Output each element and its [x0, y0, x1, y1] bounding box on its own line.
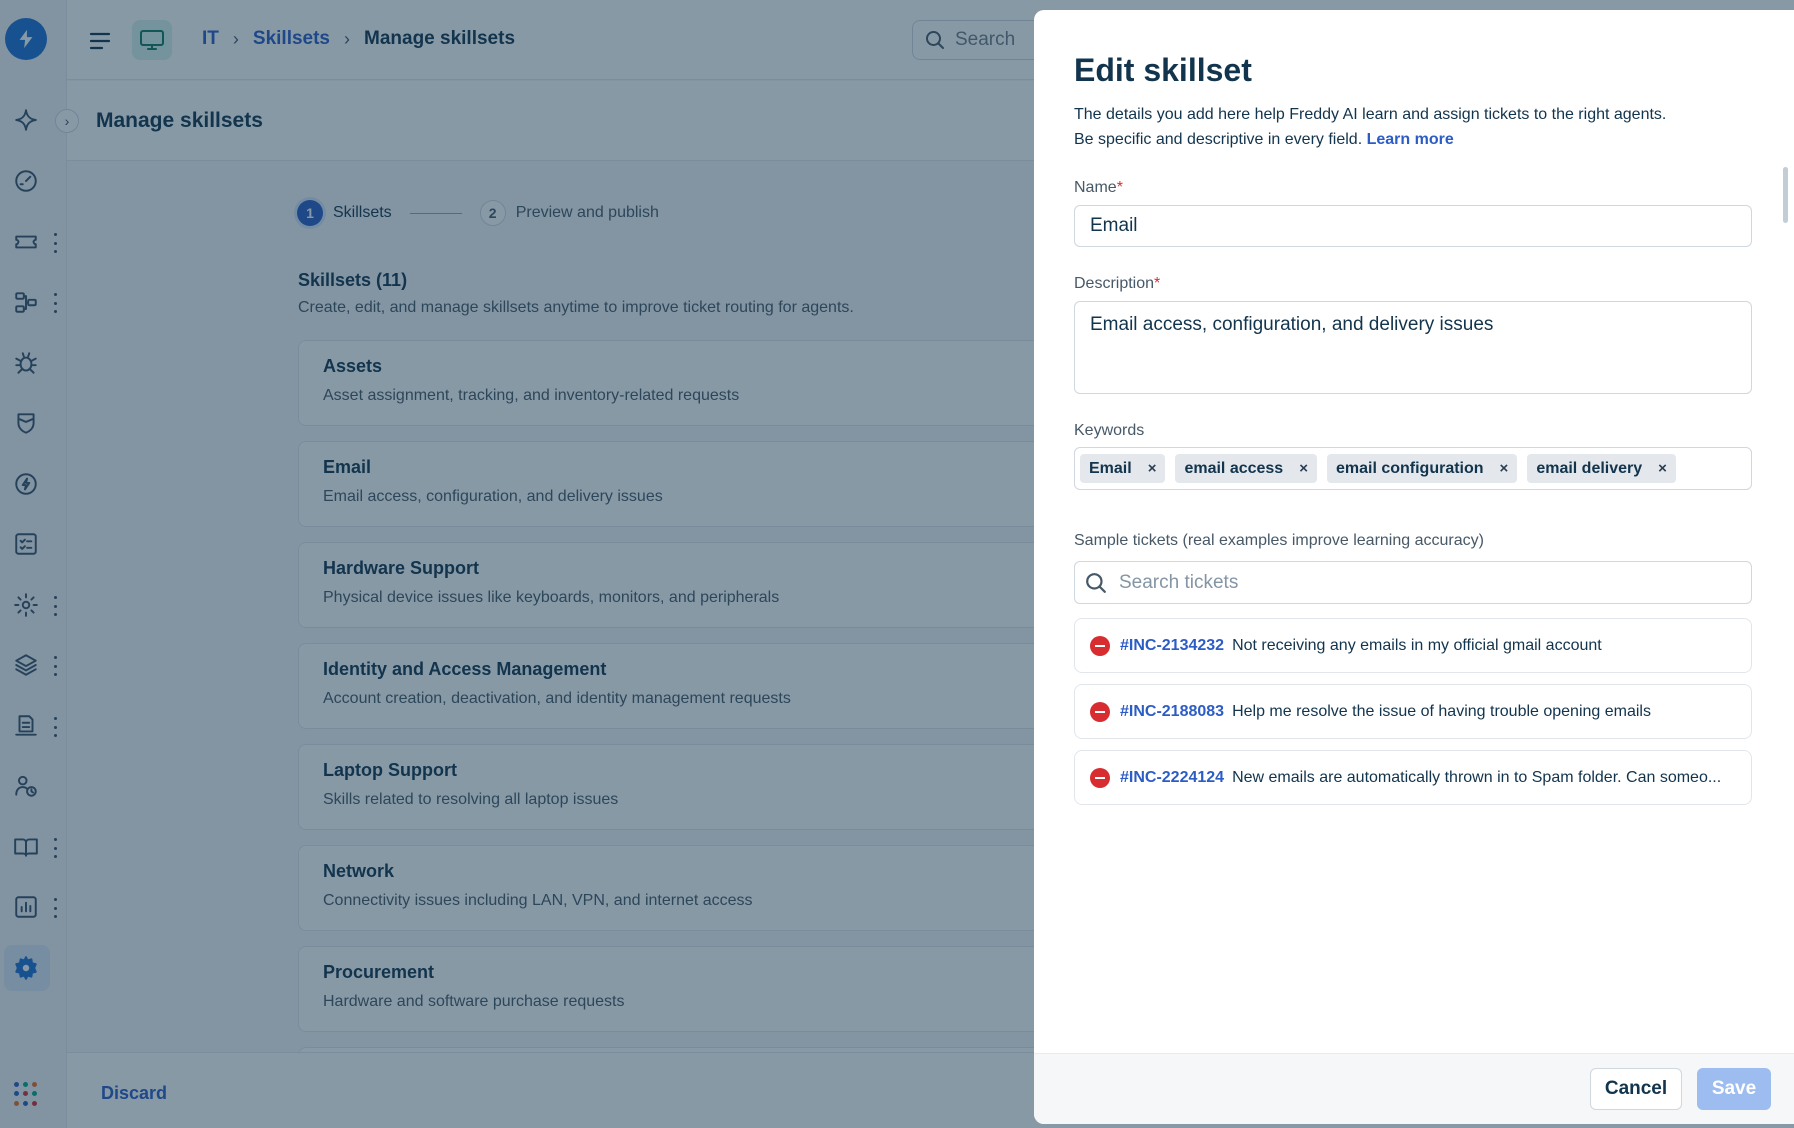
name-label: Name*: [1074, 179, 1123, 197]
cancel-button[interactable]: Cancel: [1590, 1068, 1682, 1110]
ticket-subject: New emails are automatically thrown in t…: [1232, 768, 1722, 786]
keyword-chip: Email ×: [1080, 454, 1166, 483]
intro-line-2: Be specific and descriptive in every fie…: [1074, 131, 1363, 148]
ticket-subject: Not receiving any emails in my official …: [1232, 636, 1602, 654]
keyword-chip-label: email access: [1184, 459, 1284, 477]
sample-tickets-label: Sample tickets (real examples improve le…: [1074, 532, 1484, 549]
sample-ticket-row: #INC-2134232 Not receiving any emails in…: [1074, 618, 1752, 673]
remove-keyword-icon[interactable]: ×: [1148, 460, 1157, 477]
description-textarea[interactable]: Email access, configuration, and deliver…: [1074, 301, 1752, 394]
search-icon: [1086, 572, 1106, 593]
remove-keyword-icon[interactable]: ×: [1658, 460, 1667, 477]
keyword-chip: email access ×: [1175, 454, 1317, 483]
edit-skillset-drawer: Edit skillset The details you add here h…: [1034, 10, 1794, 1124]
save-button[interactable]: Save: [1697, 1068, 1771, 1110]
sample-ticket-row: #INC-2188083 Help me resolve the issue o…: [1074, 684, 1752, 739]
drawer-scrollbar[interactable]: [1783, 167, 1788, 223]
keyword-chip-label: email configuration: [1335, 459, 1484, 477]
drawer-title: Edit skillset: [1074, 52, 1252, 88]
remove-ticket-icon[interactable]: [1090, 701, 1110, 722]
remove-ticket-icon[interactable]: [1090, 635, 1110, 656]
drawer-intro: The details you add here help Freddy AI …: [1074, 102, 1734, 152]
name-input[interactable]: Email: [1074, 205, 1752, 247]
keywords-label: Keywords: [1074, 422, 1145, 439]
description-label: Description*: [1074, 275, 1160, 293]
keyword-chip: email configuration ×: [1326, 454, 1518, 483]
sample-ticket-row: #INC-2224124 New emails are automaticall…: [1074, 750, 1752, 805]
keyword-chip-label: Email: [1089, 459, 1132, 477]
remove-ticket-icon[interactable]: [1090, 767, 1110, 788]
search-tickets-placeholder: Search tickets: [1119, 571, 1239, 593]
keywords-input[interactable]: Email × email access × email configurati…: [1074, 447, 1752, 490]
name-label-text: Name: [1074, 179, 1117, 196]
description-value: Email access, configuration, and deliver…: [1090, 314, 1494, 335]
required-asterisk: *: [1116, 179, 1123, 196]
required-asterisk: *: [1154, 275, 1161, 292]
description-label-text: Description: [1074, 275, 1155, 292]
search-tickets-input[interactable]: Search tickets: [1074, 561, 1752, 604]
ticket-id-link[interactable]: #INC-2224124: [1120, 769, 1224, 787]
intro-line-1: The details you add here help Freddy AI …: [1074, 106, 1667, 123]
remove-keyword-icon[interactable]: ×: [1299, 460, 1308, 477]
drawer-footer: Cancel Save: [1034, 1053, 1794, 1124]
ticket-subject: Help me resolve the issue of having trou…: [1232, 702, 1651, 720]
learn-more-link[interactable]: Learn more: [1367, 131, 1454, 148]
ticket-id-link[interactable]: #INC-2134232: [1120, 637, 1224, 655]
keyword-chip-label: email delivery: [1536, 459, 1643, 477]
remove-keyword-icon[interactable]: ×: [1500, 460, 1509, 477]
name-input-value: Email: [1090, 215, 1138, 236]
intro-line-2-wrap: Be specific and descriptive in every fie…: [1074, 127, 1734, 152]
ticket-id-link[interactable]: #INC-2188083: [1120, 703, 1224, 721]
keyword-chip: email delivery ×: [1527, 454, 1676, 483]
